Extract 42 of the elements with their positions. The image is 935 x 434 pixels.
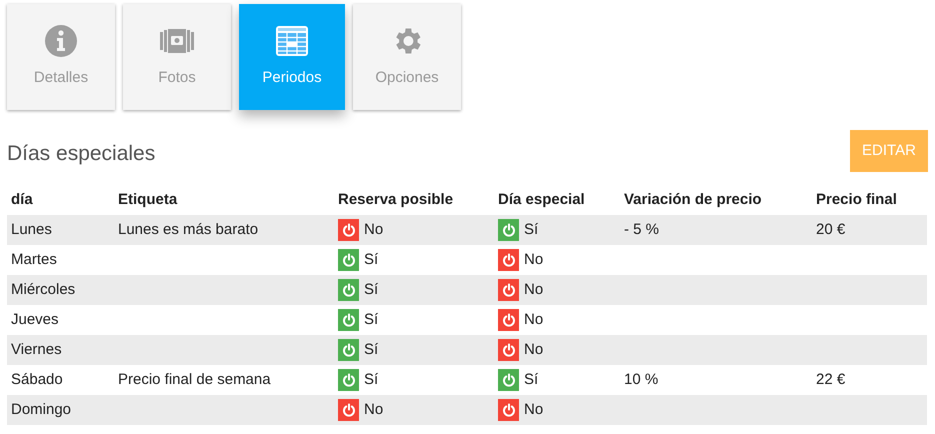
status-text: No — [524, 340, 544, 360]
column-header: Variación de precio — [620, 186, 812, 215]
table-cell: Martes — [7, 245, 114, 275]
column-header: día — [7, 186, 114, 215]
status-text: Sí — [364, 250, 378, 270]
table-cell: - 5 % — [620, 215, 812, 245]
table-cell: Lunes es más barato — [114, 215, 334, 245]
table-cell: 10 % — [620, 365, 812, 395]
table-cell: 20 € — [812, 215, 927, 245]
status-text: Sí — [524, 370, 538, 390]
tab[interactable]: Detalles — [7, 4, 115, 110]
table-cell: Sábado — [7, 365, 114, 395]
table-cell: Domingo — [7, 395, 114, 425]
table-cell: Viernes — [7, 335, 114, 365]
status-text: Sí — [364, 280, 378, 300]
info-icon — [44, 24, 78, 58]
edit-button[interactable]: EDITAR — [850, 130, 928, 172]
status-text: No — [524, 280, 544, 300]
table-cell: Precio final de semana — [114, 365, 334, 395]
status-text: Sí — [364, 340, 378, 360]
table-cell: Lunes — [7, 215, 114, 245]
table-cell: 22 € — [812, 365, 927, 395]
status-text: No — [524, 250, 544, 270]
table-cell: Jueves — [7, 305, 114, 335]
tab[interactable]: Periodos — [239, 4, 345, 110]
status-text: No — [364, 400, 384, 420]
status-text: Sí — [364, 310, 378, 330]
column-header: Precio final — [812, 186, 927, 215]
table-icon — [275, 25, 309, 57]
status-text: No — [524, 310, 544, 330]
column-header: Reserva posible — [334, 186, 494, 215]
camera-icon — [160, 26, 194, 56]
table-cell: Miércoles — [7, 275, 114, 305]
tab[interactable]: Opciones — [353, 4, 461, 110]
status-text: Sí — [364, 370, 378, 390]
column-header: Etiqueta — [114, 186, 334, 215]
column-header: Día especial — [494, 186, 620, 215]
section-title: Días especiales — [7, 141, 156, 167]
status-text: No — [364, 220, 384, 240]
tab[interactable]: Fotos — [123, 4, 231, 110]
status-text: Sí — [524, 220, 538, 240]
status-text: No — [524, 400, 544, 420]
